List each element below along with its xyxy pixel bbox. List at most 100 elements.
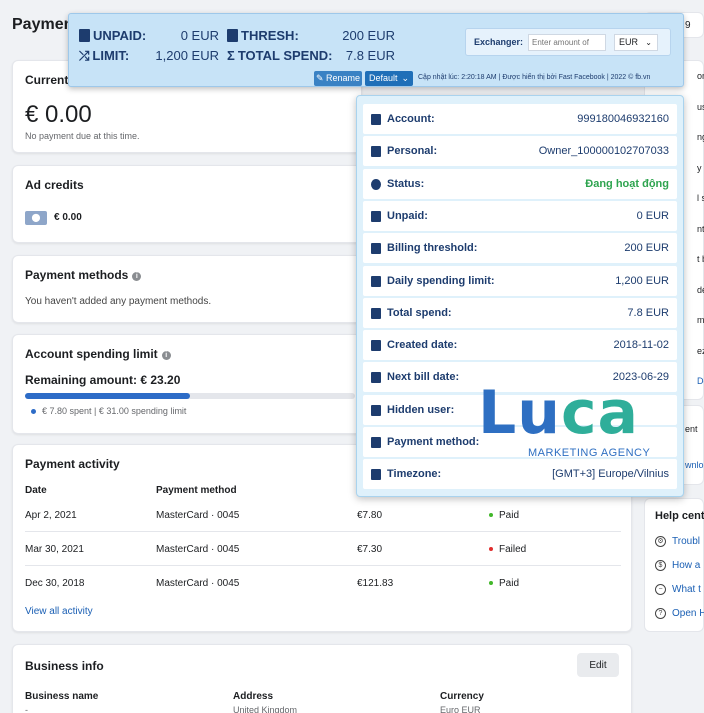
details-row: Billing threshold: 200 EUR <box>363 233 677 264</box>
row-status: Failed <box>489 544 526 555</box>
default-dropdown-label: Default <box>369 73 398 83</box>
ad-credits-card: Ad credits ⬤ € 0.00 <box>12 165 362 243</box>
help-item-label: Open H <box>672 608 704 620</box>
unpaid-label-text: UNPAID: <box>93 28 147 43</box>
details-row: Created date: 2018-11-02 <box>363 330 677 361</box>
column-header-date: Date <box>25 485 47 496</box>
details-value: 999180046932160 <box>577 113 669 125</box>
row-amount: €121.83 <box>357 578 394 589</box>
right-fragment: den u <box>697 284 704 295</box>
table-row[interactable]: Mar 30, 2021 MasterCard · 0045 €7.30 Fai… <box>25 532 621 566</box>
address-label: Address <box>233 691 274 702</box>
currency-select[interactable]: EUR ⌄ <box>614 34 658 51</box>
right-fragment: ezon <box>697 345 704 356</box>
spending-legend: € 7.80 spent | € 31.00 spending limit <box>31 406 186 416</box>
table-row[interactable]: Dec 30, 2018 MasterCard · 0045 €121.83 P… <box>25 566 621 600</box>
status-dot-icon <box>489 547 493 552</box>
extension-summary-bar: UNPAID: 0 EUR THRESH: 200 EUR ⤮ LIMIT: 1,… <box>68 13 684 87</box>
help-item-3[interactable]: ? Open H <box>655 608 704 619</box>
details-value: [GMT+3] Europe/Vilnius <box>552 468 669 481</box>
details-value: 7.8 EUR <box>627 306 669 319</box>
table-row[interactable]: Apr 2, 2021 MasterCard · 0045 €7.80 Paid <box>25 498 621 532</box>
spending-limit-card: Account spending limit i Remaining amount… <box>12 334 362 434</box>
right-mid-0: ent <box>685 424 698 434</box>
details-row: Account: 999180046932160 <box>363 104 677 134</box>
logo-tagline: MARKETING AGENCY <box>528 447 651 459</box>
credit-coin-icon: ⬤ <box>25 211 47 225</box>
help-item-1[interactable]: $ How a <box>655 560 700 571</box>
sigma-icon <box>371 307 381 319</box>
right-fragment: t bill <box>697 254 704 264</box>
thresh-label-text: THRESH: <box>241 28 299 43</box>
view-all-activity-link[interactable]: View all activity <box>25 606 93 617</box>
spending-limit-title-text: Account spending limit <box>25 347 158 361</box>
money-icon <box>227 29 238 42</box>
help-item-2[interactable]: − What t <box>655 584 701 595</box>
ad-credits-title: Ad credits <box>25 178 84 192</box>
help-item-0[interactable]: ⚙ Troubl <box>655 536 700 547</box>
remaining-amount: Remaining amount: € 23.20 <box>25 373 181 387</box>
info-icon[interactable]: i <box>132 272 142 281</box>
row-status-text: Paid <box>499 510 520 521</box>
details-key: Account: <box>387 113 435 125</box>
exchanger-amount-input[interactable] <box>528 34 606 51</box>
right-fragment: us: <box>697 101 704 112</box>
logo-word-b: ca <box>560 378 640 448</box>
chevron-down-icon: ⌄ <box>645 38 652 47</box>
business-info-title: Business info <box>25 659 104 673</box>
row-status: Paid <box>489 578 519 589</box>
row-method: MasterCard · 0045 <box>156 578 240 589</box>
help-item-label: How a <box>672 560 701 572</box>
payment-methods-title-text: Payment methods <box>25 268 129 282</box>
right-fragment: ona <box>697 71 704 81</box>
row-status-text: Paid <box>499 578 520 589</box>
details-key: Daily spending limit: <box>387 274 495 287</box>
row-date: Apr 2, 2021 <box>25 510 77 521</box>
logo-word-a: Lu <box>478 378 561 448</box>
right-fragment: nted <box>697 223 704 234</box>
page-title: Paymen <box>12 16 74 33</box>
current-note: No payment due at this time. <box>25 131 140 141</box>
details-key: Next bill date: <box>387 371 460 384</box>
row-status: Paid <box>489 510 519 521</box>
right-fragment: y spe <box>697 162 704 173</box>
column-header-method: Payment method <box>156 485 237 496</box>
edit-button[interactable]: Edit <box>577 653 619 677</box>
spending-progress-fill <box>25 393 190 399</box>
help-item-label: What t <box>672 584 701 596</box>
currency-value: Euro EUR <box>440 705 481 713</box>
luca-logo-word: Luca <box>478 378 639 448</box>
document-icon <box>371 210 381 222</box>
rename-button[interactable]: ✎ Rename <box>314 71 362 86</box>
help-center-title: Help cent <box>655 510 704 522</box>
unpaid-value: 0 EUR <box>180 28 219 43</box>
update-note: Cập nhật lúc: 2:20:18 AM | Được hiển thị… <box>418 74 651 81</box>
details-key: Payment method: <box>387 436 480 448</box>
right-fragment: ment <box>697 315 704 325</box>
details-row: Status: Đang hoạt động <box>363 168 677 199</box>
settings-icon: ⚙ <box>655 536 666 547</box>
current-title: Current <box>25 73 69 87</box>
briefcase-icon <box>371 146 381 158</box>
details-key: Total spend: <box>387 306 452 319</box>
calendar-icon <box>371 340 381 352</box>
row-method: MasterCard · 0045 <box>156 544 240 555</box>
help-item-label: Troubl <box>672 536 700 548</box>
details-row: Personal: Owner_100000102707033 <box>363 136 677 167</box>
spending-legend-text: € 7.80 spent | € 31.00 spending limit <box>42 406 187 416</box>
details-key: Hidden user: <box>387 403 455 416</box>
details-value: Owner_100000102707033 <box>538 145 669 158</box>
exchanger-widget: Exchanger: EUR ⌄ <box>465 28 671 56</box>
limit-label: ⤮ LIMIT: <box>79 48 129 64</box>
ad-credits-value: € 0.00 <box>54 212 82 223</box>
details-row: Daily spending limit: 1,200 EUR <box>363 265 677 296</box>
info-icon[interactable]: i <box>161 351 171 360</box>
default-dropdown[interactable]: Default ⌄ <box>365 71 413 86</box>
details-key: Created date: <box>387 339 458 352</box>
details-value: 1,200 EUR <box>615 274 669 287</box>
total-spend-label-text: TOTAL SPEND: <box>237 48 333 63</box>
right-mid-1[interactable]: wnlo <box>685 460 704 470</box>
details-key: Billing threshold: <box>387 242 478 255</box>
details-key: Unpaid: <box>387 209 428 222</box>
details-row: Unpaid: 0 EUR <box>363 200 677 231</box>
